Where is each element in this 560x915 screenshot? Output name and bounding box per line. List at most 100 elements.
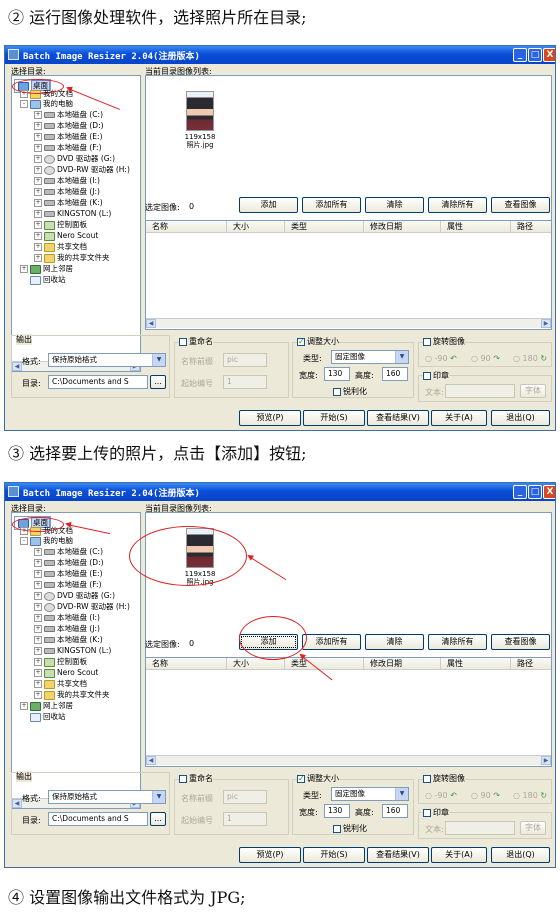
add-all-button[interactable]: 添加所有 [302, 197, 361, 213]
tree-item-drive-d[interactable]: + 本地磁盘 (D:) [34, 558, 104, 568]
add-button[interactable]: 添加 [239, 197, 298, 213]
directory-tree[interactable]: 桌面 + 我的文档 - 我的电脑 + 本地磁盘 (C:) + 本地磁盘 (D:) + 本地… [11, 75, 141, 372]
tree-item-drive-j[interactable]: + 本地磁盘 (J:) [34, 187, 100, 197]
view-results-button[interactable]: 查看结果(V) [367, 847, 429, 863]
minimize-button[interactable]: _ [513, 48, 527, 62]
exit-button[interactable]: 退出(Q) [491, 847, 550, 863]
preview-button[interactable]: 预览(P) [239, 847, 301, 863]
prefix-input[interactable]: pic [223, 790, 267, 804]
prefix-input[interactable]: pic [223, 353, 267, 367]
tree-item-my-shared-folder[interactable]: + 我的共享文件夹 [34, 253, 110, 263]
about-button[interactable]: 关于(A) [431, 410, 487, 426]
tree-item-control-panel[interactable]: + 控制面板 [34, 657, 87, 667]
width-input[interactable]: 130 [324, 804, 350, 818]
resize-type-select[interactable]: 固定图像 ▼ [331, 787, 409, 801]
checkbox-icon[interactable] [333, 824, 341, 833]
rotate-90-radio[interactable]: ○ 90 ↷ [471, 354, 500, 363]
browse-button[interactable]: ... [150, 812, 166, 826]
tree-item-control-panel[interactable]: + 控制面板 [34, 220, 87, 230]
tree-item-drive-j[interactable]: + 本地磁盘 (J:) [34, 624, 100, 634]
tree-item-drive-c[interactable]: + 本地磁盘 (C:) [34, 110, 103, 120]
clear-all-button[interactable]: 清除所有 [428, 197, 487, 213]
tree-item-drive-f[interactable]: + 本地磁盘 (F:) [34, 580, 102, 590]
clear-button[interactable]: 清除 [365, 197, 424, 213]
column-name[interactable]: 名称 [146, 221, 227, 233]
height-input[interactable]: 160 [382, 367, 408, 381]
resize-checkbox[interactable]: ✓ 调整大小 [297, 773, 339, 784]
preview-button[interactable]: 预览(P) [239, 410, 301, 426]
tree-item-drive-k[interactable]: + 本地磁盘 (K:) [34, 635, 103, 645]
rotate-checkbox[interactable]: 旋转图像 [423, 773, 465, 784]
clear-button[interactable]: 清除 [365, 634, 424, 650]
list-scrollbar[interactable]: ◀ ▶ [146, 755, 551, 765]
view-image-button[interactable]: 查看图像 [491, 197, 550, 213]
about-button[interactable]: 关于(A) [431, 847, 487, 863]
column-path[interactable]: 路径 [511, 658, 551, 670]
resize-type-select[interactable]: 固定图像 ▼ [331, 350, 409, 364]
tree-item-recycle-bin[interactable]: 回收站 [30, 275, 66, 285]
maximize-button[interactable]: □ [528, 48, 542, 62]
column-path[interactable]: 路径 [511, 221, 551, 233]
close-button[interactable]: X [543, 48, 555, 62]
add-all-button[interactable]: 添加所有 [302, 634, 361, 650]
column-name[interactable]: 名称 [146, 658, 227, 670]
width-input[interactable]: 130 [324, 367, 350, 381]
tree-item-drive-e[interactable]: + 本地磁盘 (E:) [34, 132, 103, 142]
column-size[interactable]: 大小 [227, 221, 285, 233]
photo-thumbnail[interactable] [186, 91, 214, 131]
scroll-left-icon[interactable]: ◀ [146, 756, 156, 765]
tree-item-drive-f[interactable]: + 本地磁盘 (F:) [34, 143, 102, 153]
checkbox-icon[interactable] [423, 337, 431, 346]
checkbox-icon[interactable] [333, 387, 341, 396]
rotate-180-radio[interactable]: ○ 180 ↻ [513, 354, 547, 363]
sharpen-checkbox[interactable]: 锐利化 [333, 823, 367, 834]
font-button[interactable]: 字体 [520, 384, 546, 398]
start-number-input[interactable]: 1 [223, 375, 267, 389]
tree-item-nero-scout[interactable]: + Nero Scout [34, 231, 98, 241]
tree-item-drive-h[interactable]: + DVD-RW 驱动器 (H:) [34, 165, 130, 175]
tree-item-drive-d[interactable]: + 本地磁盘 (D:) [34, 121, 104, 131]
exit-button[interactable]: 退出(Q) [491, 410, 550, 426]
directory-input[interactable]: C:\Documents and S [48, 812, 148, 826]
stamp-text-input[interactable] [445, 821, 515, 835]
tree-item-drive-i[interactable]: + 本地磁盘 (I:) [34, 176, 100, 186]
stamp-text-input[interactable] [445, 384, 515, 398]
tree-item-my-computer[interactable]: - 我的电脑 [20, 99, 73, 109]
rename-checkbox[interactable]: 重命名 [179, 336, 213, 347]
scroll-right-icon[interactable]: ▶ [541, 756, 551, 765]
resize-checkbox[interactable]: ✓ 调整大小 [297, 336, 339, 347]
column-attributes[interactable]: 属性 [441, 221, 511, 233]
stamp-checkbox[interactable]: 印章 [423, 807, 449, 818]
tree-item-nero-scout[interactable]: + Nero Scout [34, 668, 98, 678]
checkbox-icon[interactable] [423, 371, 431, 380]
selected-image-list[interactable]: 名称 大小 类型 修改日期 属性 路径 ◀ ▶ [145, 657, 552, 767]
tree-item-drive-e[interactable]: + 本地磁盘 (E:) [34, 569, 103, 579]
format-select[interactable]: 保持原始格式 ▼ [48, 353, 166, 367]
format-select[interactable]: 保持原始格式 ▼ [48, 790, 166, 804]
tree-item-drive-i[interactable]: + 本地磁盘 (I:) [34, 613, 100, 623]
tree-item-network[interactable]: + 网上邻居 [20, 264, 73, 274]
chevron-down-icon[interactable]: ▼ [152, 354, 165, 366]
tree-item-my-shared-folder[interactable]: + 我的共享文件夹 [34, 690, 110, 700]
scroll-right-icon[interactable]: ▶ [541, 319, 551, 328]
check-icon[interactable]: ✓ [297, 774, 305, 783]
chevron-down-icon[interactable]: ▼ [395, 351, 408, 363]
checkbox-icon[interactable] [423, 774, 431, 783]
rotate-checkbox[interactable]: 旋转图像 [423, 336, 465, 347]
column-modified[interactable]: 修改日期 [364, 221, 441, 233]
checkbox-icon[interactable] [423, 808, 431, 817]
height-input[interactable]: 160 [382, 804, 408, 818]
font-button[interactable]: 字体 [520, 821, 546, 835]
start-button[interactable]: 开始(S) [303, 410, 365, 426]
chevron-down-icon[interactable]: ▼ [152, 791, 165, 803]
view-image-button[interactable]: 查看图像 [491, 634, 550, 650]
rotate-minus90-radio[interactable]: ○ -90 ↶ [425, 791, 457, 800]
tree-item-recycle-bin[interactable]: 回收站 [30, 712, 66, 722]
checkbox-icon[interactable] [179, 774, 187, 783]
scroll-left-icon[interactable]: ◀ [146, 319, 156, 328]
minimize-button[interactable]: _ [513, 485, 527, 499]
tree-item-drive-l[interactable]: + KINGSTON (L:) [34, 209, 111, 219]
tree-item-drive-k[interactable]: + 本地磁盘 (K:) [34, 198, 103, 208]
maximize-button[interactable]: □ [528, 485, 542, 499]
tree-item-drive-h[interactable]: + DVD-RW 驱动器 (H:) [34, 602, 130, 612]
